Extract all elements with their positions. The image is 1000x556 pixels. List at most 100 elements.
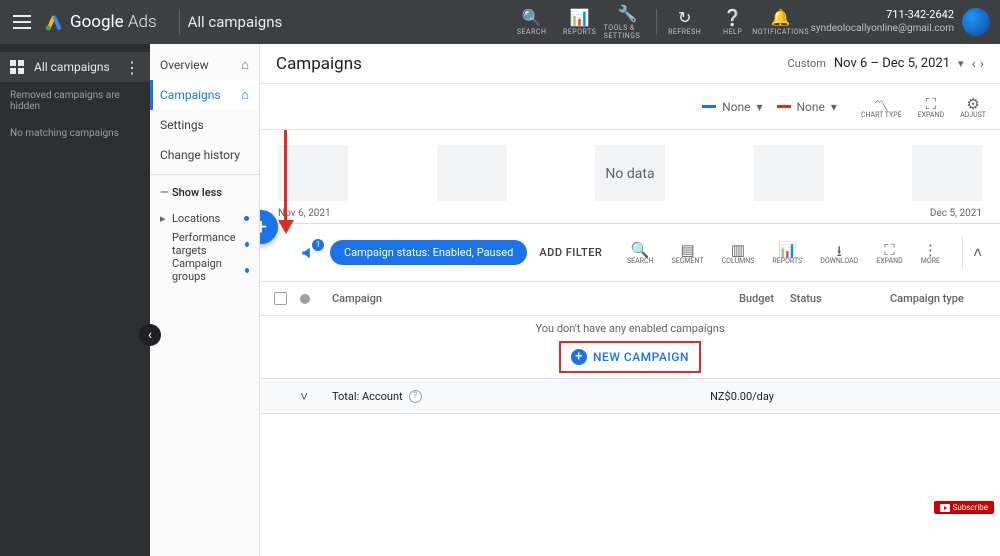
col-budget[interactable]: Budget (680, 292, 790, 305)
chart-end-date: Dec 5, 2021 (930, 208, 982, 219)
total-label: Total: Account (332, 390, 403, 403)
nav-separator (150, 174, 259, 175)
left-rail-note2: No matching campaigns (0, 120, 150, 147)
top-header: Google Ads All campaigns 🔍SEARCH 📊REPORT… (0, 0, 1000, 44)
announce-count: 1 (312, 239, 324, 251)
nav-campaign-groups[interactable]: Campaign groups (150, 257, 259, 283)
indicator-dot (245, 242, 249, 247)
chart-start-date: Nov 6, 2021 (278, 208, 331, 219)
nav-campaigns[interactable]: Campaigns⌂ (150, 80, 259, 110)
col-status[interactable]: Status (790, 292, 890, 305)
account-block[interactable]: 711-342-2642 syndeolocallyonline@gmail.c… (805, 8, 962, 36)
select-all-checkbox[interactable] (260, 292, 300, 305)
chart-type-button[interactable]: 〽CHART TYPE (861, 95, 902, 119)
bell-icon: 🔔 (771, 9, 791, 27)
wrench-icon: 🔧 (618, 5, 638, 23)
nav-settings[interactable]: Settings (150, 110, 259, 140)
expand-chart-button[interactable]: ⛶EXPAND (918, 95, 944, 119)
help-icon[interactable]: ? (409, 390, 422, 403)
page-title: Campaigns (276, 54, 362, 74)
left-rail-all-campaigns[interactable]: All campaigns ⋮ (0, 52, 150, 82)
date-range: Nov 6 – Dec 5, 2021 (834, 56, 950, 71)
notifications-tool[interactable]: 🔔NOTIFICATIONS (757, 9, 805, 36)
content-header: Campaigns Custom Nov 6 – Dec 5, 2021 ▾ ‹… (260, 44, 1000, 84)
chevron-down-icon: ▾ (831, 100, 837, 114)
expand-icon: ⛶ (884, 241, 895, 257)
status-filter-pill[interactable]: Campaign status: Enabled, Paused (330, 240, 527, 265)
more-icon[interactable]: ⋮ (124, 58, 140, 77)
plus-circle-icon: + (571, 349, 587, 365)
total-row: ˅ Total: Account ? NZ$0.00/day (260, 378, 1000, 414)
empty-message: You don't have any enabled campaigns (536, 322, 725, 335)
empty-state: You don't have any enabled campaigns + N… (260, 316, 1000, 378)
date-range-picker[interactable]: Custom Nov 6 – Dec 5, 2021 ▾ ‹ › (788, 56, 984, 72)
nav-show-less[interactable]: —Show less (150, 179, 259, 205)
header-divider (179, 9, 180, 35)
date-prev[interactable]: ‹ (972, 56, 976, 72)
col-campaign-type[interactable]: Campaign type (890, 292, 1000, 305)
left-rail: All campaigns ⋮ Removed campaigns are hi… (0, 44, 150, 556)
chevron-right-icon: ▸ (160, 212, 168, 225)
help-tool[interactable]: ❔HELP (709, 9, 757, 36)
tb-columns[interactable]: ▥COLUMNS (722, 241, 755, 265)
top-tools: 🔍SEARCH 📊REPORTS 🔧TOOLS & SETTINGS ↻REFR… (508, 5, 805, 40)
refresh-tool[interactable]: ↻REFRESH (661, 9, 709, 36)
add-filter-button[interactable]: ADD FILTER (539, 246, 602, 259)
logo-text-light: Ads (128, 12, 157, 32)
columns-icon: ▥ (731, 241, 745, 257)
metric-secondary[interactable]: None▾ (777, 100, 837, 114)
swatch-blue (702, 105, 716, 108)
reports-tool[interactable]: 📊REPORTS (556, 9, 604, 36)
tb-search[interactable]: 🔍SEARCH (627, 241, 654, 265)
status-header (300, 294, 324, 304)
tb-expand[interactable]: ⛶EXPAND (876, 241, 902, 265)
refresh-icon: ↻ (678, 9, 691, 27)
chart-controls: None▾ None▾ 〽CHART TYPE ⛶EXPAND ⚙ADJUST (260, 84, 1000, 130)
metric-primary[interactable]: None▾ (702, 100, 762, 114)
tb-download[interactable]: ⭳DOWNLOAD (820, 241, 858, 265)
collapse-toolbar[interactable]: ˄ (962, 237, 986, 269)
home-icon: ⌂ (241, 57, 249, 73)
more-icon: ⋮ (923, 241, 938, 257)
chart-type-icon: 〽 (874, 95, 889, 111)
collapse-rail-button[interactable]: ‹ (139, 324, 161, 346)
left-rail-note1: Removed campaigns are hidden (0, 82, 150, 120)
swatch-red (777, 105, 791, 108)
account-email: syndeolocallyonline@gmail.com (811, 22, 954, 36)
date-next[interactable]: › (980, 56, 984, 72)
expand-icon: ⛶ (926, 95, 937, 111)
expand-total-icon[interactable]: ˅ (300, 389, 308, 405)
new-campaign-button[interactable]: + NEW CAMPAIGN (559, 341, 701, 373)
total-budget: NZ$0.00/day (680, 390, 790, 403)
nav-overview[interactable]: Overview⌂ (150, 50, 259, 80)
date-prefix: Custom (788, 57, 826, 70)
youtube-subscribe-badge[interactable]: Subscribe (934, 501, 994, 514)
reports-icon: 📊 (570, 9, 590, 27)
google-ads-logo[interactable]: Google Ads (44, 12, 171, 32)
content-pane: Campaigns Custom Nov 6 – Dec 5, 2021 ▾ ‹… (260, 44, 1000, 556)
search-tool[interactable]: 🔍SEARCH (508, 9, 556, 36)
hamburger-icon[interactable] (0, 15, 44, 29)
home-icon: ⌂ (241, 87, 249, 103)
nav-locations[interactable]: ▸Locations (150, 205, 259, 231)
download-icon: ⭳ (837, 241, 842, 257)
announcements-button[interactable]: 1 (300, 244, 318, 262)
section-nav: Overview⌂ Campaigns⌂ Settings Change his… (150, 44, 260, 556)
reports-icon: 📊 (778, 241, 797, 257)
table-header-row: Campaign Budget Status Campaign type (260, 282, 1000, 316)
col-campaign[interactable]: Campaign (324, 292, 680, 305)
search-icon: 🔍 (631, 241, 650, 257)
tools-settings-tool[interactable]: 🔧TOOLS & SETTINGS (604, 5, 652, 40)
nav-performance-targets[interactable]: Performance targets (150, 231, 259, 257)
avatar[interactable] (962, 8, 990, 36)
header-scope[interactable]: All campaigns (188, 13, 283, 31)
tb-segment[interactable]: ▤SEGMENT (672, 241, 704, 265)
chevron-down-icon: ▾ (756, 100, 762, 114)
indicator-dot (245, 268, 249, 273)
nav-change-history[interactable]: Change history (150, 140, 259, 170)
adjust-icon: ⚙ (966, 95, 979, 111)
indicator-dot (244, 216, 249, 221)
adjust-button[interactable]: ⚙ADJUST (960, 95, 986, 119)
tb-more[interactable]: ⋮MORE (921, 241, 940, 265)
tb-reports[interactable]: 📊REPORTS (772, 241, 802, 265)
